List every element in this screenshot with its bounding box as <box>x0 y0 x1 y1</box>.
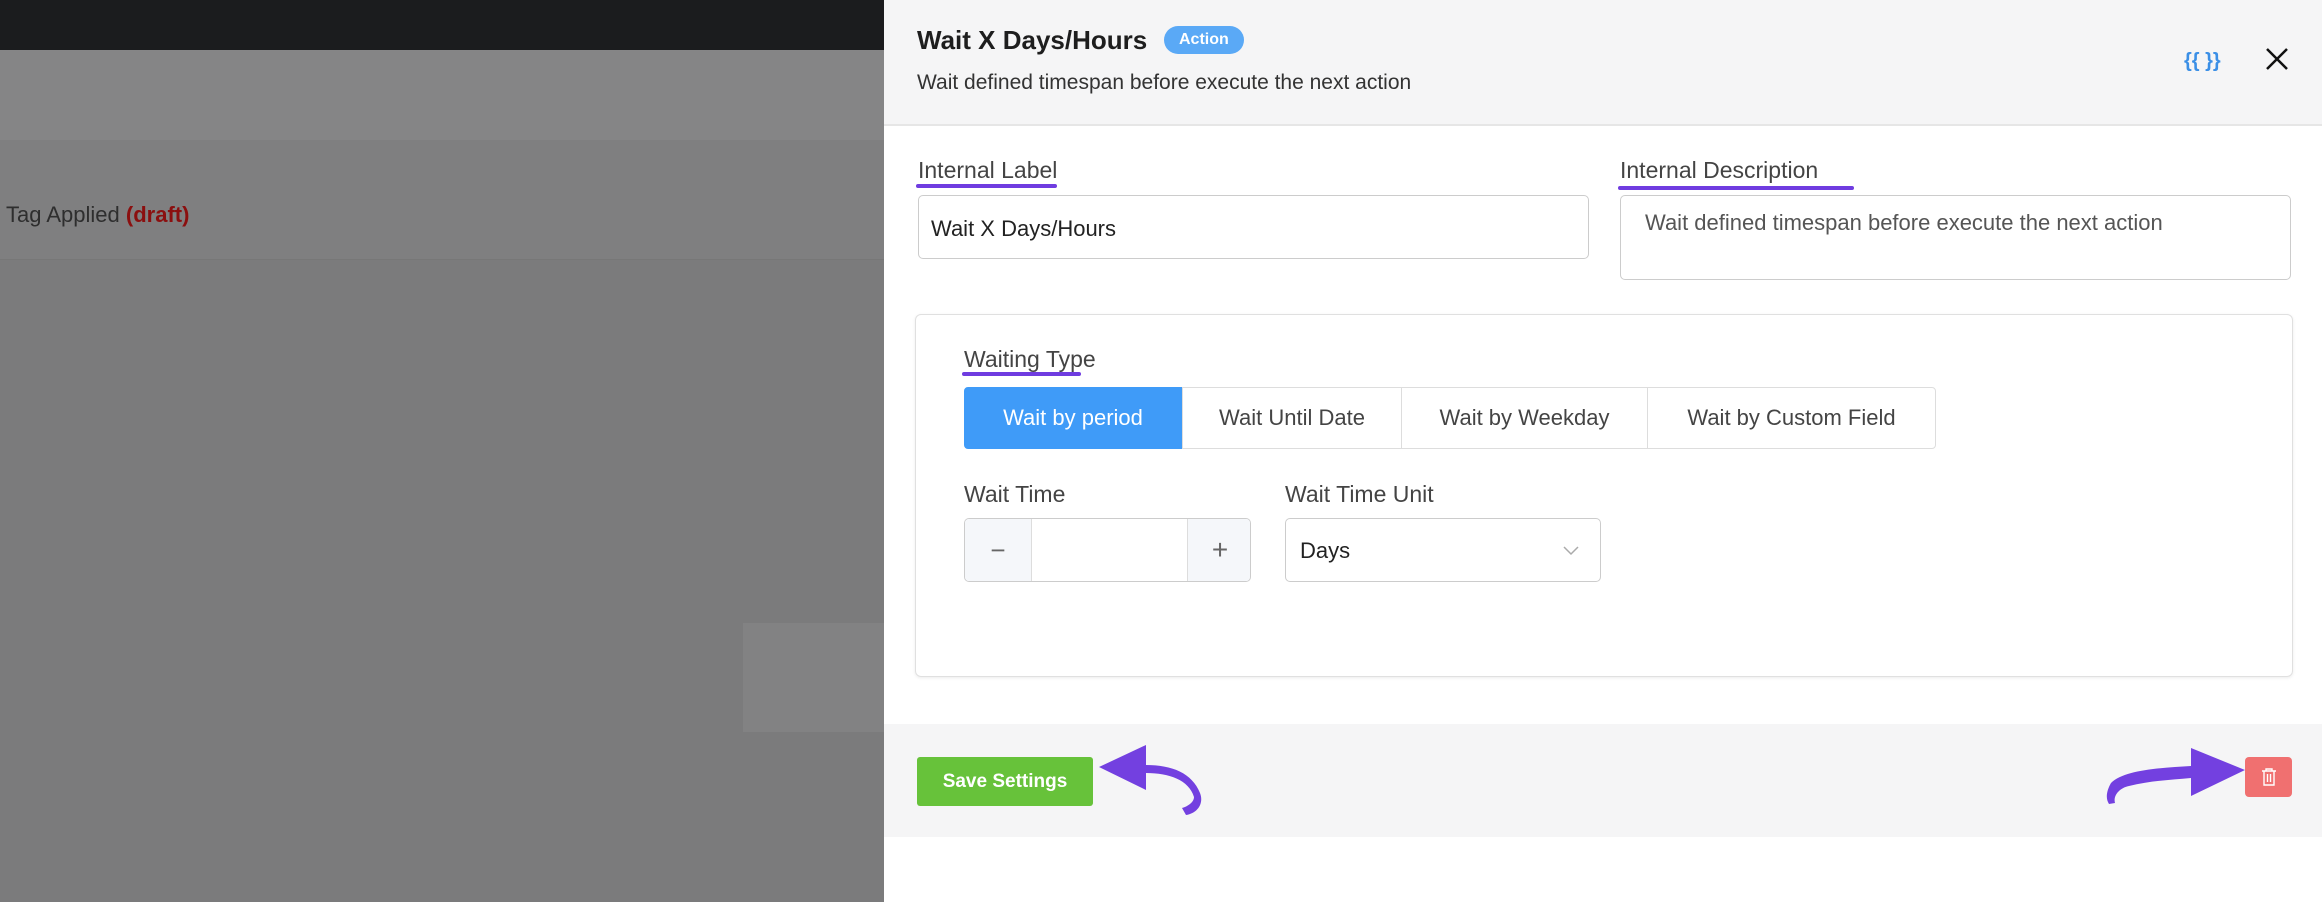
internal-label-label: Internal Label <box>918 157 1058 183</box>
delete-button[interactable] <box>2245 757 2292 797</box>
wait-time-input[interactable] <box>1032 519 1187 581</box>
smartcode-button[interactable]: {{ }} <box>2184 50 2221 73</box>
draft-status: (draft) <box>125 202 190 227</box>
wait-settings-card <box>915 314 2293 677</box>
background-funnel-title: Tag Applied (draft) <box>6 202 189 228</box>
waiting-type-label: Waiting Type <box>964 346 1096 372</box>
wait-time-unit-label: Wait Time Unit <box>1285 481 1434 507</box>
annotation-underline <box>916 184 1057 188</box>
action-settings-drawer: Wait X Days/Hours Action Wait defined ti… <box>884 0 2322 902</box>
annotation-arrow-left <box>1099 745 1202 815</box>
annotation-arrow-right <box>2106 748 2245 804</box>
wait-time-unit-select[interactable]: Days <box>1285 518 1601 582</box>
annotation-underline <box>962 372 1081 376</box>
internal-description-textarea[interactable]: Wait defined timespan before execute the… <box>1620 195 2291 280</box>
save-settings-button[interactable]: Save Settings <box>917 757 1093 806</box>
tab-wait-by-weekday[interactable]: Wait by Weekday <box>1401 387 1648 449</box>
background-box <box>743 623 884 732</box>
tab-wait-until-date[interactable]: Wait Until Date <box>1182 387 1402 449</box>
background-band <box>0 140 884 172</box>
trash-icon <box>2261 768 2276 786</box>
increment-button[interactable]: + <box>1187 519 1250 581</box>
wait-time-stepper: − + <box>964 518 1251 582</box>
chevron-down-icon <box>1563 546 1579 556</box>
tab-wait-by-period[interactable]: Wait by period <box>964 387 1182 449</box>
decrement-button[interactable]: − <box>965 519 1032 581</box>
internal-label-input[interactable]: Wait X Days/Hours <box>918 195 1589 259</box>
close-icon[interactable] <box>2262 44 2292 74</box>
top-bar <box>0 0 884 50</box>
tab-wait-by-custom-field[interactable]: Wait by Custom Field <box>1647 387 1936 449</box>
drawer-header: Wait X Days/Hours Action Wait defined ti… <box>884 0 2322 126</box>
selected-unit: Days <box>1300 538 1351 563</box>
internal-description-label: Internal Description <box>1620 157 1819 183</box>
annotation-underline <box>1618 186 1854 190</box>
action-badge: Action <box>1164 26 1244 54</box>
funnel-name: Tag Applied <box>6 202 120 227</box>
drawer-subtitle: Wait defined timespan before execute the… <box>917 71 1412 94</box>
background-header <box>0 50 884 140</box>
wait-time-label: Wait Time <box>964 481 1066 507</box>
drawer-title: Wait X Days/Hours <box>917 25 1148 55</box>
